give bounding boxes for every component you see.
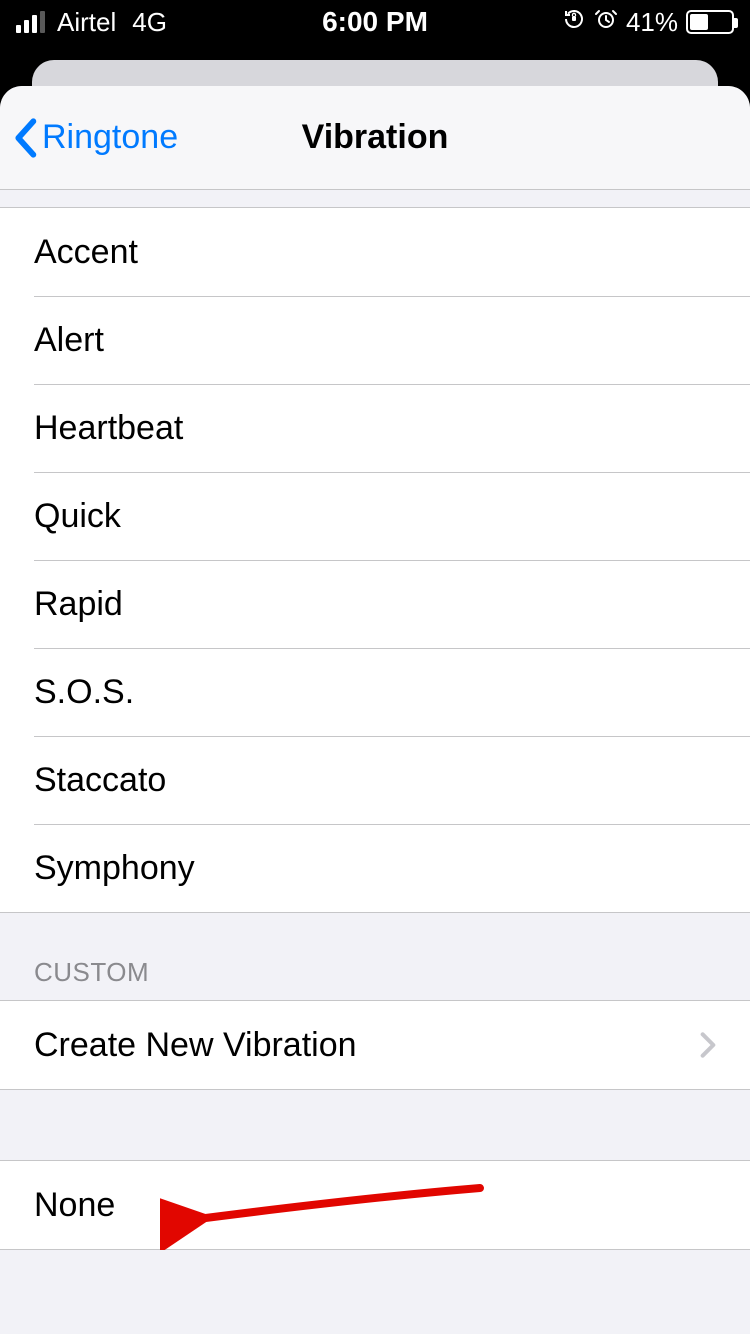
vibration-option-staccato[interactable]: Staccato [0,736,750,824]
chevron-right-icon [700,1031,716,1059]
list-item-label: Rapid [34,585,716,624]
list-item-label: Alert [34,321,716,360]
vibration-option-none[interactable]: None [0,1161,750,1249]
section-gap [0,1090,750,1160]
vibration-option-accent[interactable]: Accent [0,208,750,296]
section-spacer [0,190,750,208]
list-item-label: None [34,1186,716,1225]
battery-percentage: 41% [626,7,678,38]
none-group: None [0,1160,750,1250]
signal-strength-icon [16,11,45,33]
status-bar: Airtel 4G 6:00 PM 41% [0,0,750,44]
standard-vibrations-group: Accent Alert Heartbeat Quick Rapid S.O.S… [0,208,750,913]
settings-sheet: Ringtone Vibration Accent Alert Heartbea… [0,86,750,1334]
status-right: 41% [562,7,734,38]
back-button[interactable]: Ringtone [0,118,178,158]
create-new-vibration[interactable]: Create New Vibration [0,1001,750,1089]
custom-vibrations-group: Create New Vibration [0,1000,750,1090]
list-item-label: Create New Vibration [34,1026,700,1065]
vibration-option-alert[interactable]: Alert [0,296,750,384]
back-button-label: Ringtone [42,118,178,157]
status-left: Airtel 4G [16,7,167,38]
rotation-lock-icon [562,7,586,37]
vibration-option-rapid[interactable]: Rapid [0,560,750,648]
list-item-label: Heartbeat [34,409,716,448]
list-item-label: Quick [34,497,716,536]
navigation-bar: Ringtone Vibration [0,86,750,190]
battery-icon [686,10,734,34]
list-item-label: Symphony [34,849,716,888]
vibration-option-symphony[interactable]: Symphony [0,824,750,912]
background-card-peek [32,60,718,88]
vibration-option-heartbeat[interactable]: Heartbeat [0,384,750,472]
list-item-label: S.O.S. [34,673,716,712]
list-item-label: Accent [34,233,716,272]
modal-backdrop [0,44,750,60]
vibration-option-quick[interactable]: Quick [0,472,750,560]
vibration-option-sos[interactable]: S.O.S. [0,648,750,736]
status-time: 6:00 PM [322,6,428,38]
custom-section-header: CUSTOM [0,913,750,1000]
alarm-icon [594,7,618,37]
carrier-label: Airtel [57,7,116,38]
list-item-label: Staccato [34,761,716,800]
page-title: Vibration [302,118,449,157]
chevron-left-icon [12,118,38,158]
network-type-label: 4G [132,7,167,38]
